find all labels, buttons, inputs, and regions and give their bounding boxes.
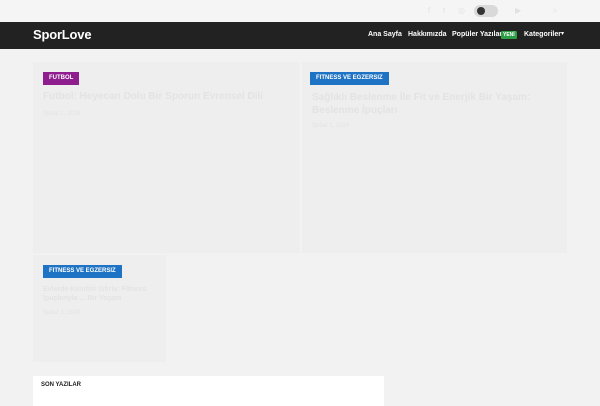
category-badge[interactable]: FITNESS VE EGZERSIZ bbox=[43, 265, 122, 278]
chevron-down-icon: ▾ bbox=[561, 31, 565, 37]
nav-item-categories[interactable]: Kategoriler bbox=[524, 31, 561, 38]
card-date: Şubat 1, 2024 bbox=[43, 111, 81, 117]
recent-posts-section: SON YAZILAR bbox=[33, 376, 384, 406]
featured-card-2[interactable]: FITNESS VE EGZERSIZ Sağlıklı Beslenme İl… bbox=[302, 62, 567, 253]
toggle-knob bbox=[477, 7, 485, 15]
new-badge: YENİ bbox=[501, 31, 517, 39]
card-title[interactable]: Evlerde Kendini Sıfırla: Fitness İpuçlar… bbox=[43, 286, 158, 304]
nav-item-about[interactable]: Hakkımızda bbox=[408, 31, 447, 38]
youtube-icon[interactable]: ▶ bbox=[515, 6, 521, 15]
site-logo[interactable]: SporLove bbox=[33, 27, 92, 42]
card-title[interactable]: Sağlıklı Beslenme İle Fit ve Enerjik Bir… bbox=[312, 92, 547, 117]
twitter-icon[interactable]: t bbox=[443, 6, 445, 15]
category-badge[interactable]: FITNESS VE EGZERSIZ bbox=[310, 72, 389, 85]
instagram-icon[interactable]: ◎ bbox=[458, 6, 465, 15]
featured-card-1[interactable]: FUTBOL Futbol: Heyecan Dolu Bir Sporun E… bbox=[33, 62, 300, 253]
top-bar: f t ◎ ▶ ⌕ bbox=[0, 0, 600, 22]
featured-card-3[interactable]: FITNESS VE EGZERSIZ Evlerde Kendini Sıfı… bbox=[33, 255, 166, 362]
card-date: Şubat 1, 2024 bbox=[312, 123, 350, 129]
facebook-icon[interactable]: f bbox=[428, 6, 430, 15]
card-title[interactable]: Futbol: Heyecan Dolu Bir Sporun Evrensel… bbox=[43, 91, 283, 104]
dark-mode-toggle[interactable] bbox=[474, 5, 498, 17]
nav-item-popular[interactable]: Popüler Yazılar bbox=[452, 31, 502, 38]
search-icon[interactable]: ⌕ bbox=[553, 6, 557, 16]
card-date: Şubat 1, 2024 bbox=[43, 310, 81, 316]
main-header: SporLove Ana Sayfa Hakkımızda Popüler Ya… bbox=[0, 22, 600, 49]
nav-item-home[interactable]: Ana Sayfa bbox=[368, 31, 402, 38]
section-title: SON YAZILAR bbox=[41, 382, 82, 388]
category-badge[interactable]: FUTBOL bbox=[43, 72, 80, 85]
